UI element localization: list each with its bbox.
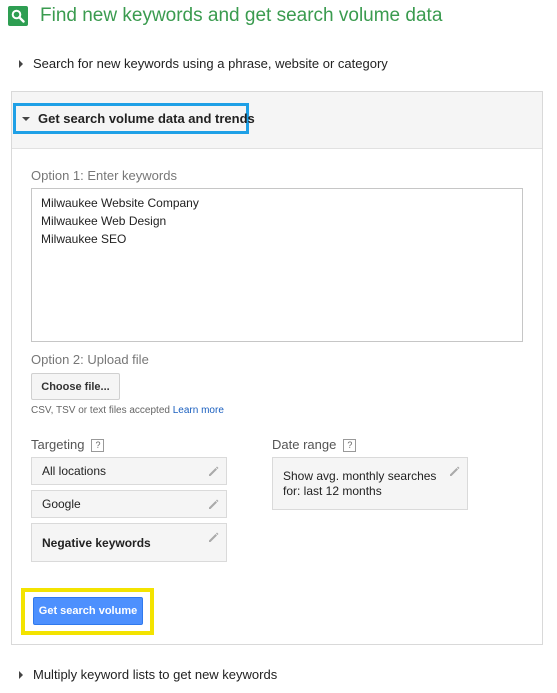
targeting-label: Targeting?: [31, 437, 105, 452]
keyword-line: Milwaukee SEO: [41, 232, 127, 246]
negative-keywords-field[interactable]: Negative keywords: [31, 523, 227, 562]
collapse-arrow-icon: [22, 116, 30, 121]
keywords-textarea[interactable]: Milwaukee Website Company Milwaukee Web …: [31, 188, 523, 342]
file-hint-text: CSV, TSV or text files accepted: [31, 405, 170, 416]
page-header: Find new keywords and get search volume …: [8, 4, 442, 28]
negative-keywords-value: Negative keywords: [42, 535, 151, 550]
pencil-icon[interactable]: [207, 498, 219, 510]
date-range-value: Show avg. monthly searches for: last 12 …: [283, 469, 437, 498]
option2-label: Option 2: Upload file: [31, 352, 149, 367]
keyword-line: Milwaukee Website Company: [41, 196, 199, 210]
page-title: Find new keywords and get search volume …: [40, 5, 443, 26]
expand-arrow-icon: [19, 59, 23, 68]
locations-value: All locations: [42, 464, 107, 478]
learn-more-link[interactable]: Learn more: [173, 405, 224, 416]
network-field[interactable]: Google: [31, 490, 227, 518]
section-label: Multiply keyword lists to get new keywor…: [33, 667, 278, 682]
locations-field[interactable]: All locations: [31, 457, 227, 485]
section-label: Get search volume data and trends: [38, 111, 255, 126]
choose-file-button[interactable]: Choose file...: [31, 373, 120, 400]
get-search-volume-button[interactable]: Get search volume: [33, 597, 143, 625]
help-icon[interactable]: ?: [91, 439, 105, 452]
network-value: Google: [42, 497, 81, 511]
date-range-label: Date range?: [272, 437, 357, 452]
option1-label: Option 1: Enter keywords: [31, 168, 177, 183]
date-range-label-text: Date range: [272, 437, 337, 452]
section-search-new-keywords[interactable]: Search for new keywords using a phrase, …: [19, 56, 388, 71]
help-icon[interactable]: ?: [343, 439, 357, 452]
keyword-line: Milwaukee Web Design: [41, 214, 167, 228]
pencil-icon[interactable]: [448, 465, 460, 477]
section-get-volume-header[interactable]: Get search volume data and trends: [13, 103, 255, 134]
search-icon: [8, 6, 28, 26]
pencil-icon[interactable]: [207, 465, 219, 477]
date-range-field[interactable]: Show avg. monthly searches for: last 12 …: [272, 457, 468, 510]
expand-arrow-icon: [19, 670, 23, 679]
section-label: Search for new keywords using a phrase, …: [33, 56, 388, 71]
targeting-label-text: Targeting: [31, 437, 85, 452]
pencil-icon[interactable]: [207, 531, 219, 543]
section-multiply-keywords[interactable]: Multiply keyword lists to get new keywor…: [19, 667, 277, 682]
file-hint: CSV, TSV or text files accepted Learn mo…: [31, 405, 224, 416]
